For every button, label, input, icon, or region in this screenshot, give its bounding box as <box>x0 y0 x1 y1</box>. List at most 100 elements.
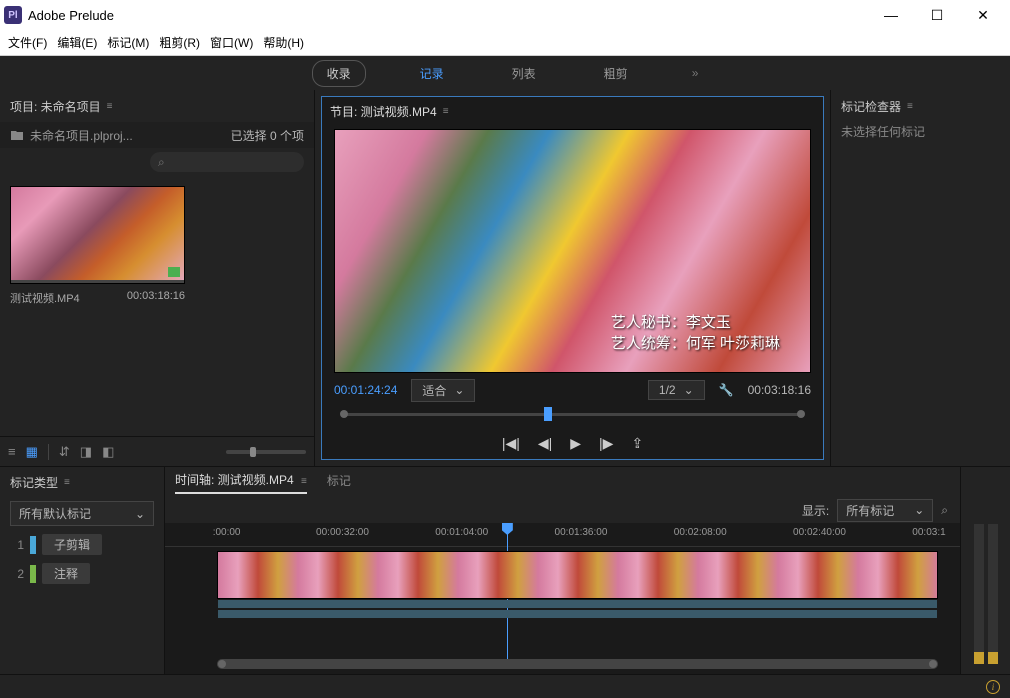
marker-inspector-panel: 标记检查器 ≡ 未选择任何标记 <box>830 90 1010 466</box>
app-icon: Pl <box>4 6 22 24</box>
sort-icon[interactable]: ⇵ <box>59 444 70 460</box>
workspace-overflow-icon[interactable]: » <box>692 66 699 80</box>
monitor-scrubber[interactable] <box>334 405 811 425</box>
main-area: 项目: 未命名项目 ≡ 未命名项目.plproj... 已选择 0 个项 ⌕ 测… <box>0 90 1010 466</box>
mark-in-button[interactable]: |◀| <box>502 435 520 452</box>
marker-template-dropdown[interactable]: 所有默认标记 ⌄ <box>10 501 154 526</box>
caption-line-2: 艺人统筹：何军 叶莎莉琳 <box>611 333 780 354</box>
timeline-panel: 时间轴: 测试视频.MP4 ≡ 标记 显示: 所有标记 ⌄ ⌕ :00:00 0… <box>165 467 960 674</box>
audio-meter-right <box>988 524 998 664</box>
timeline-tabs: 时间轴: 测试视频.MP4 ≡ 标记 <box>165 467 960 497</box>
filter-icon[interactable]: ◨ <box>80 444 92 460</box>
panel-menu-icon[interactable]: ≡ <box>907 101 913 112</box>
clip-status-badge <box>168 267 180 277</box>
timecode-current[interactable]: 00:01:24:24 <box>334 383 397 397</box>
ruler-tick: 00:02:08:00 <box>674 527 727 538</box>
resolution-dropdown[interactable]: 1/2 ⌄ <box>648 380 705 400</box>
marker-type-label: 注释 <box>42 563 90 584</box>
menu-file[interactable]: 文件(F) <box>8 34 47 51</box>
menu-help[interactable]: 帮助(H) <box>263 34 304 51</box>
ruler-tick: :00:00 <box>213 527 241 538</box>
search-icon: ⌕ <box>158 155 165 170</box>
show-markers-dropdown[interactable]: 所有标记 ⌄ <box>837 499 933 522</box>
menu-window[interactable]: 窗口(W) <box>210 34 253 51</box>
marker-type-swatch <box>30 536 36 554</box>
app-title: Adobe Prelude <box>28 8 868 23</box>
resolution-label: 1/2 <box>659 383 676 397</box>
video-display[interactable]: 艺人秘书：李文玉 艺人统筹：何军 叶莎莉琳 <box>334 129 811 373</box>
marker-type-num: 1 <box>10 538 24 552</box>
panel-menu-icon[interactable]: ≡ <box>443 106 449 117</box>
zoom-fit-dropdown[interactable]: 适合 ⌄ <box>411 379 475 402</box>
marker-types-title: 标记类型 <box>10 474 58 491</box>
project-footer: ≡ ▦ ⇵ ◨ ◧ <box>0 436 314 466</box>
step-forward-button[interactable]: |▶ <box>599 435 613 452</box>
audio-meter-left <box>974 524 984 664</box>
settings-icon[interactable]: 🔧 <box>719 383 734 397</box>
ruler-tick: 00:00:32:00 <box>316 527 369 538</box>
clip-item[interactable]: 测试视频.MP4 00:03:18:16 <box>10 186 185 306</box>
monitor-frame: 节目: 测试视频.MP4 ≡ 艺人秘书：李文玉 艺人统筹：何军 叶莎莉琳 00:… <box>321 96 824 460</box>
timeline-ruler[interactable]: :00:00 00:00:32:00 00:01:04:00 00:01:36:… <box>165 523 960 547</box>
tab-timeline[interactable]: 时间轴: 测试视频.MP4 ≡ <box>175 471 307 494</box>
list-view-icon[interactable]: ≡ <box>8 444 16 459</box>
workspace-tabs: 收录 记录 列表 粗剪 » <box>0 56 1010 90</box>
search-row: ⌕ <box>0 148 314 176</box>
tab-ingest[interactable]: 收录 <box>312 60 366 87</box>
thumb-view-icon[interactable]: ▦ <box>26 444 38 460</box>
in-point-handle[interactable] <box>340 410 348 418</box>
panel-menu-icon[interactable]: ≡ <box>301 476 307 487</box>
tab-list[interactable]: 列表 <box>498 61 550 86</box>
marker-type-label: 子剪辑 <box>42 534 102 555</box>
close-button[interactable]: ✕ <box>960 0 1006 30</box>
project-breadcrumb: 未命名项目.plproj... 已选择 0 个项 <box>0 122 314 148</box>
menu-roughcut[interactable]: 粗剪(R) <box>159 34 200 51</box>
zoom-slider[interactable] <box>226 450 306 454</box>
minimize-button[interactable]: — <box>868 0 914 30</box>
monitor-title: 节目: 测试视频.MP4 <box>330 103 437 120</box>
video-caption: 艺人秘书：李文玉 艺人统筹：何军 叶莎莉琳 <box>611 312 780 354</box>
out-point-handle[interactable] <box>797 410 805 418</box>
ruler-tick: 00:01:36:00 <box>555 527 608 538</box>
project-title: 项目: 未命名项目 <box>10 98 101 115</box>
clip-name: 测试视频.MP4 <box>10 290 80 306</box>
clip-grid: 测试视频.MP4 00:03:18:16 <box>0 176 314 316</box>
export-button[interactable]: ⇪ <box>631 435 643 452</box>
timeline-show-bar: 显示: 所有标记 ⌄ ⌕ <box>165 497 960 523</box>
search-icon[interactable]: ⌕ <box>941 503 948 518</box>
panel-menu-icon[interactable]: ≡ <box>107 101 113 112</box>
timeline-tracks[interactable] <box>165 547 960 654</box>
chevron-down-icon: ⌄ <box>135 507 145 521</box>
marker-type-swatch <box>30 565 36 583</box>
playhead[interactable] <box>544 407 552 421</box>
project-file[interactable]: 未命名项目.plproj... <box>10 127 133 144</box>
marker-inspector-empty: 未选择任何标记 <box>841 123 1000 140</box>
selection-count: 已选择 0 个项 <box>231 127 304 144</box>
transport-controls: |◀| ◀| ▶ |▶ ⇪ <box>322 427 823 459</box>
chevron-down-icon: ⌄ <box>684 383 694 397</box>
marker-template-label: 所有默认标记 <box>19 505 91 522</box>
menu-edit[interactable]: 编辑(E) <box>57 34 97 51</box>
marker-type-row[interactable]: 2 注释 <box>0 559 164 588</box>
window-titlebar: Pl Adobe Prelude — ☐ ✕ <box>0 0 1010 30</box>
tab-logging[interactable]: 记录 <box>406 61 458 86</box>
info-icon[interactable]: i <box>986 680 1000 694</box>
project-panel: 项目: 未命名项目 ≡ 未命名项目.plproj... 已选择 0 个项 ⌕ 测… <box>0 90 315 466</box>
zoom-fit-label: 适合 <box>422 382 446 399</box>
timecode-duration: 00:03:18:16 <box>748 383 811 397</box>
show-label: 显示: <box>802 502 829 519</box>
maximize-button[interactable]: ☐ <box>914 0 960 30</box>
tab-roughcut[interactable]: 粗剪 <box>590 61 642 86</box>
play-button[interactable]: ▶ <box>570 435 581 452</box>
video-track[interactable] <box>217 551 938 599</box>
menu-marker[interactable]: 标记(M) <box>107 34 149 51</box>
marker-types-panel: 标记类型 ≡ 所有默认标记 ⌄ 1 子剪辑 2 注释 <box>0 467 165 674</box>
marker-type-row[interactable]: 1 子剪辑 <box>0 530 164 559</box>
search-input[interactable]: ⌕ <box>150 152 304 172</box>
project-panel-header: 项目: 未命名项目 ≡ <box>0 90 314 122</box>
tab-markers[interactable]: 标记 <box>327 472 351 493</box>
filter2-icon[interactable]: ◧ <box>102 444 114 460</box>
timeline-scrollbar[interactable] <box>165 654 960 674</box>
step-back-button[interactable]: ◀| <box>538 435 552 452</box>
panel-menu-icon[interactable]: ≡ <box>64 477 70 488</box>
